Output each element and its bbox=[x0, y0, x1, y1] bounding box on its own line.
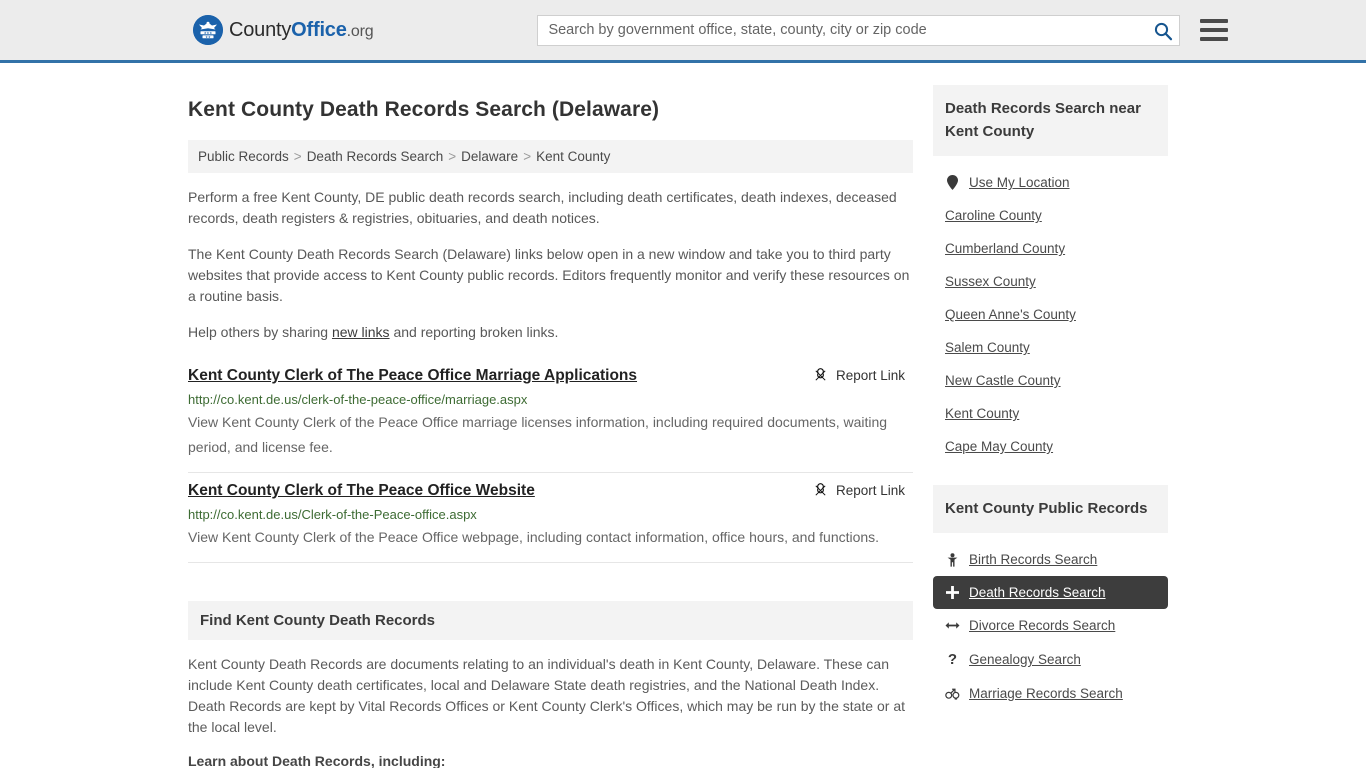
result-description: View Kent County Clerk of the Peace Offi… bbox=[188, 414, 888, 455]
result-title-link[interactable]: Kent County Clerk of The Peace Office Ma… bbox=[188, 366, 637, 386]
find-records-heading: Find Kent County Death Records bbox=[188, 601, 913, 640]
result-title-link[interactable]: Kent County Clerk of The Peace Office We… bbox=[188, 481, 535, 501]
nearby-county-list: Use My Location Caroline County Cumberla… bbox=[933, 156, 1168, 463]
breadcrumb-separator: > bbox=[448, 149, 457, 164]
logo-text-office: Office bbox=[291, 18, 347, 41]
learn-about-heading: Learn about Death Records, including: bbox=[188, 753, 446, 768]
find-records-body: Kent County Death Records are documents … bbox=[188, 640, 913, 768]
sidebar-item-label[interactable]: Cape May County bbox=[945, 439, 1053, 454]
result-item: Kent County Clerk of The Peace Office Ma… bbox=[188, 358, 913, 473]
public-records-box: Kent County Public Records Birth Records… bbox=[933, 485, 1168, 710]
question-mark-icon: ? bbox=[947, 651, 958, 668]
sidebar-item-cumberland-county[interactable]: Cumberland County bbox=[933, 232, 1168, 265]
baby-icon bbox=[945, 552, 960, 567]
sidebar-item-label[interactable]: Kent County bbox=[945, 406, 1019, 421]
report-link-label: Report Link bbox=[835, 483, 905, 498]
sidebar-item-label[interactable]: Salem County bbox=[945, 340, 1030, 355]
sidebar-item-label[interactable]: Death Records Search bbox=[969, 585, 1106, 600]
site-logo-text: CountyOffice.org bbox=[229, 18, 374, 42]
sidebar-item-label[interactable]: Queen Anne's County bbox=[945, 307, 1076, 322]
result-url: http://co.kent.de.us/clerk-of-the-peace-… bbox=[188, 392, 528, 407]
sidebar: Death Records Search near Kent County Us… bbox=[933, 63, 1168, 768]
nearby-records-box: Death Records Search near Kent County Us… bbox=[933, 85, 1168, 463]
result-item: Kent County Clerk of The Peace Office We… bbox=[188, 473, 913, 563]
page-body: Kent County Death Records Search (Delawa… bbox=[0, 63, 1366, 768]
cross-plus-icon bbox=[945, 586, 960, 599]
logo-text-org: .org bbox=[346, 22, 374, 40]
public-records-heading: Kent County Public Records bbox=[933, 485, 1168, 533]
broken-link-icon bbox=[815, 368, 826, 381]
hamburger-bar bbox=[1200, 28, 1229, 32]
eagle-seal-icon: ★★★ ★★ bbox=[193, 15, 223, 45]
svg-text:★★: ★★ bbox=[205, 35, 211, 39]
sidebar-item-label[interactable]: Sussex County bbox=[945, 274, 1036, 289]
sidebar-item-new-castle-county[interactable]: New Castle County bbox=[933, 364, 1168, 397]
sidebar-item-caroline-county[interactable]: Caroline County bbox=[933, 199, 1168, 232]
sidebar-item-label[interactable]: Marriage Records Search bbox=[969, 686, 1123, 701]
sidebar-item-sussex-county[interactable]: Sussex County bbox=[933, 265, 1168, 298]
map-pin-icon bbox=[945, 175, 960, 190]
share-suffix: and reporting broken links. bbox=[389, 324, 559, 340]
sidebar-item-label[interactable]: Birth Records Search bbox=[969, 552, 1097, 567]
sidebar-item-death-records-search[interactable]: Death Records Search bbox=[933, 576, 1168, 609]
result-header: Kent County Clerk of The Peace Office We… bbox=[188, 481, 913, 501]
page-title: Kent County Death Records Search (Delawa… bbox=[188, 98, 660, 121]
two-way-arrow-icon bbox=[945, 620, 960, 631]
sidebar-item-label[interactable]: Genealogy Search bbox=[969, 652, 1081, 667]
sidebar-item-marriage-records-search[interactable]: Marriage Records Search bbox=[933, 677, 1168, 710]
hamburger-bar bbox=[1200, 19, 1229, 23]
find-records-text: Kent County Death Records are documents … bbox=[188, 656, 906, 735]
site-header: ★★★ ★★ CountyOffice.org bbox=[0, 0, 1366, 63]
breadcrumb-item-kent-county[interactable]: Kent County bbox=[536, 149, 610, 164]
sidebar-item-queen-annes-county[interactable]: Queen Anne's County bbox=[933, 298, 1168, 331]
logo-text-county: County bbox=[229, 18, 292, 41]
sidebar-item-label[interactable]: New Castle County bbox=[945, 373, 1061, 388]
content-container: Kent County Death Records Search (Delawa… bbox=[188, 63, 1178, 768]
share-prefix: Help others by sharing bbox=[188, 324, 332, 340]
public-records-list: Birth Records Search Death Records Searc… bbox=[933, 533, 1168, 710]
report-link-label: Report Link bbox=[835, 368, 905, 383]
main-column: Kent County Death Records Search (Delawa… bbox=[188, 63, 913, 768]
breadcrumb-separator: > bbox=[523, 149, 532, 164]
sidebar-item-salem-county[interactable]: Salem County bbox=[933, 331, 1168, 364]
result-description: View Kent County Clerk of the Peace Offi… bbox=[188, 529, 880, 545]
sidebar-item-genealogy-search[interactable]: ? Genealogy Search bbox=[933, 642, 1168, 677]
result-url: http://co.kent.de.us/Clerk-of-the-Peace-… bbox=[188, 507, 477, 522]
sidebar-item-label[interactable]: Divorce Records Search bbox=[969, 618, 1115, 633]
result-header: Kent County Clerk of The Peace Office Ma… bbox=[188, 366, 913, 386]
hamburger-bar bbox=[1200, 37, 1229, 41]
breadcrumb-separator: > bbox=[293, 149, 302, 164]
search-button[interactable] bbox=[1150, 18, 1176, 44]
sidebar-item-use-my-location[interactable]: Use My Location bbox=[933, 166, 1168, 199]
sidebar-item-label[interactable]: Caroline County bbox=[945, 208, 1042, 223]
report-link-button[interactable]: Report Link bbox=[813, 368, 905, 383]
nearby-records-heading: Death Records Search near Kent County bbox=[933, 85, 1168, 156]
sidebar-item-birth-records-search[interactable]: Birth Records Search bbox=[933, 543, 1168, 576]
sidebar-item-kent-county[interactable]: Kent County bbox=[933, 397, 1168, 430]
breadcrumb-item-death-records-search[interactable]: Death Records Search bbox=[307, 149, 444, 164]
intro-paragraph-2: The Kent County Death Records Search (De… bbox=[188, 246, 910, 304]
sidebar-item-cape-may-county[interactable]: Cape May County bbox=[933, 430, 1168, 463]
site-logo[interactable]: ★★★ ★★ CountyOffice.org bbox=[193, 15, 374, 45]
new-links-link[interactable]: new links bbox=[332, 324, 390, 340]
search-icon bbox=[1155, 22, 1173, 40]
male-female-icon bbox=[945, 687, 960, 700]
sidebar-item-label[interactable]: Cumberland County bbox=[945, 241, 1065, 256]
sidebar-item-divorce-records-search[interactable]: Divorce Records Search bbox=[933, 609, 1168, 642]
breadcrumb-item-public-records[interactable]: Public Records bbox=[198, 149, 289, 164]
breadcrumb-item-delaware[interactable]: Delaware bbox=[461, 149, 518, 164]
search-bar bbox=[537, 14, 1181, 46]
breadcrumb: Public Records > Death Records Search > Dela… bbox=[188, 140, 913, 173]
search-input[interactable] bbox=[537, 14, 1181, 46]
intro-paragraph-1: Perform a free Kent County, DE public de… bbox=[188, 189, 897, 226]
report-link-button[interactable]: Report Link bbox=[813, 483, 905, 498]
hamburger-menu-icon[interactable] bbox=[1200, 19, 1229, 41]
share-links-paragraph: Help others by sharing new links and rep… bbox=[188, 322, 913, 343]
sidebar-item-label[interactable]: Use My Location bbox=[969, 175, 1070, 190]
broken-link-icon bbox=[815, 483, 826, 496]
